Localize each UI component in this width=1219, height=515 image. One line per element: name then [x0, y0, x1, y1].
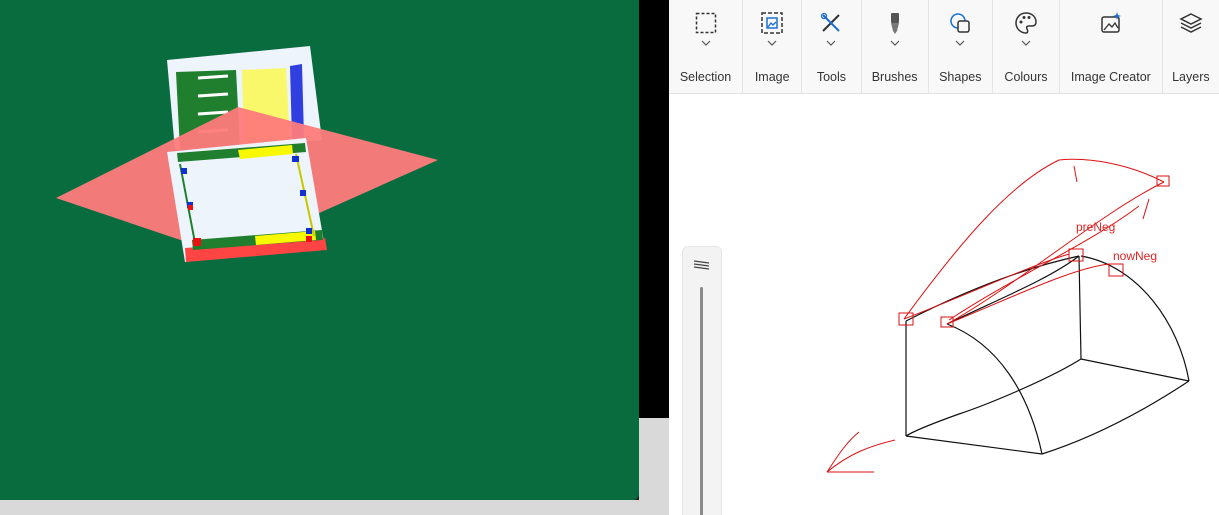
ribbon-group-colours[interactable]: Colours: [993, 0, 1061, 93]
selection-icon: [693, 10, 719, 36]
front-book: [167, 138, 327, 262]
window-gap: [639, 0, 669, 418]
ribbon-label: Shapes: [939, 70, 982, 84]
ribbon-toolbar: Selection Image Tools Brushes Shapes Col…: [669, 0, 1219, 94]
image-icon: [759, 10, 785, 36]
annotation-nowneg: nowNeg: [1113, 249, 1158, 263]
red-sketch: [826, 158, 1170, 473]
ribbon-label: Brushes: [871, 70, 918, 84]
chevron-down-icon[interactable]: [767, 39, 777, 47]
layers-icon: [1178, 10, 1204, 36]
paint-app: Selection Image Tools Brushes Shapes Col…: [669, 0, 1219, 515]
ribbon-label: Tools: [816, 70, 847, 84]
ribbon-label: Selection: [679, 70, 732, 84]
ribbon-group-selection[interactable]: Selection: [669, 0, 744, 93]
ribbon-group-shapes[interactable]: Shapes: [929, 0, 993, 93]
scene: [56, 46, 438, 262]
ribbon-group-brushes[interactable]: Brushes: [862, 0, 929, 93]
brush-icon: [882, 10, 908, 36]
annotation-preneg: preNeg: [1076, 220, 1116, 234]
shapes-icon: [947, 10, 973, 36]
ribbon-label: Image Creator: [1070, 70, 1151, 84]
chevron-down-icon[interactable]: [1021, 39, 1031, 47]
desktop-background-bottom: [0, 500, 669, 515]
ribbon-group-tools[interactable]: Tools: [802, 0, 862, 93]
zoom-track[interactable]: [700, 287, 703, 515]
zoom-slider[interactable]: [682, 246, 722, 515]
chevron-down-icon[interactable]: [826, 39, 836, 47]
chevron-down-icon[interactable]: [955, 39, 965, 47]
black-box-sketch: [905, 255, 1190, 455]
tools-icon: [818, 10, 844, 36]
chevron-down-icon[interactable]: [701, 39, 711, 47]
palette-icon: [1013, 10, 1039, 36]
chevron-down-icon[interactable]: [890, 39, 900, 47]
ribbon-label: Image: [754, 70, 790, 84]
ribbon-label: Layers: [1172, 70, 1210, 84]
sketch: [826, 158, 1190, 473]
drawing-canvas[interactable]: preNeg nowNeg: [669, 94, 1219, 515]
3d-viewport[interactable]: [0, 0, 639, 500]
ribbon-group-image-creator[interactable]: Image Creator: [1060, 0, 1163, 93]
ribbon-group-image[interactable]: Image: [743, 0, 803, 93]
image-creator-icon: [1098, 10, 1124, 36]
ribbon-group-layers[interactable]: Layers: [1163, 0, 1219, 93]
grip-icon: [693, 260, 710, 270]
ribbon-label: Colours: [1004, 70, 1048, 84]
